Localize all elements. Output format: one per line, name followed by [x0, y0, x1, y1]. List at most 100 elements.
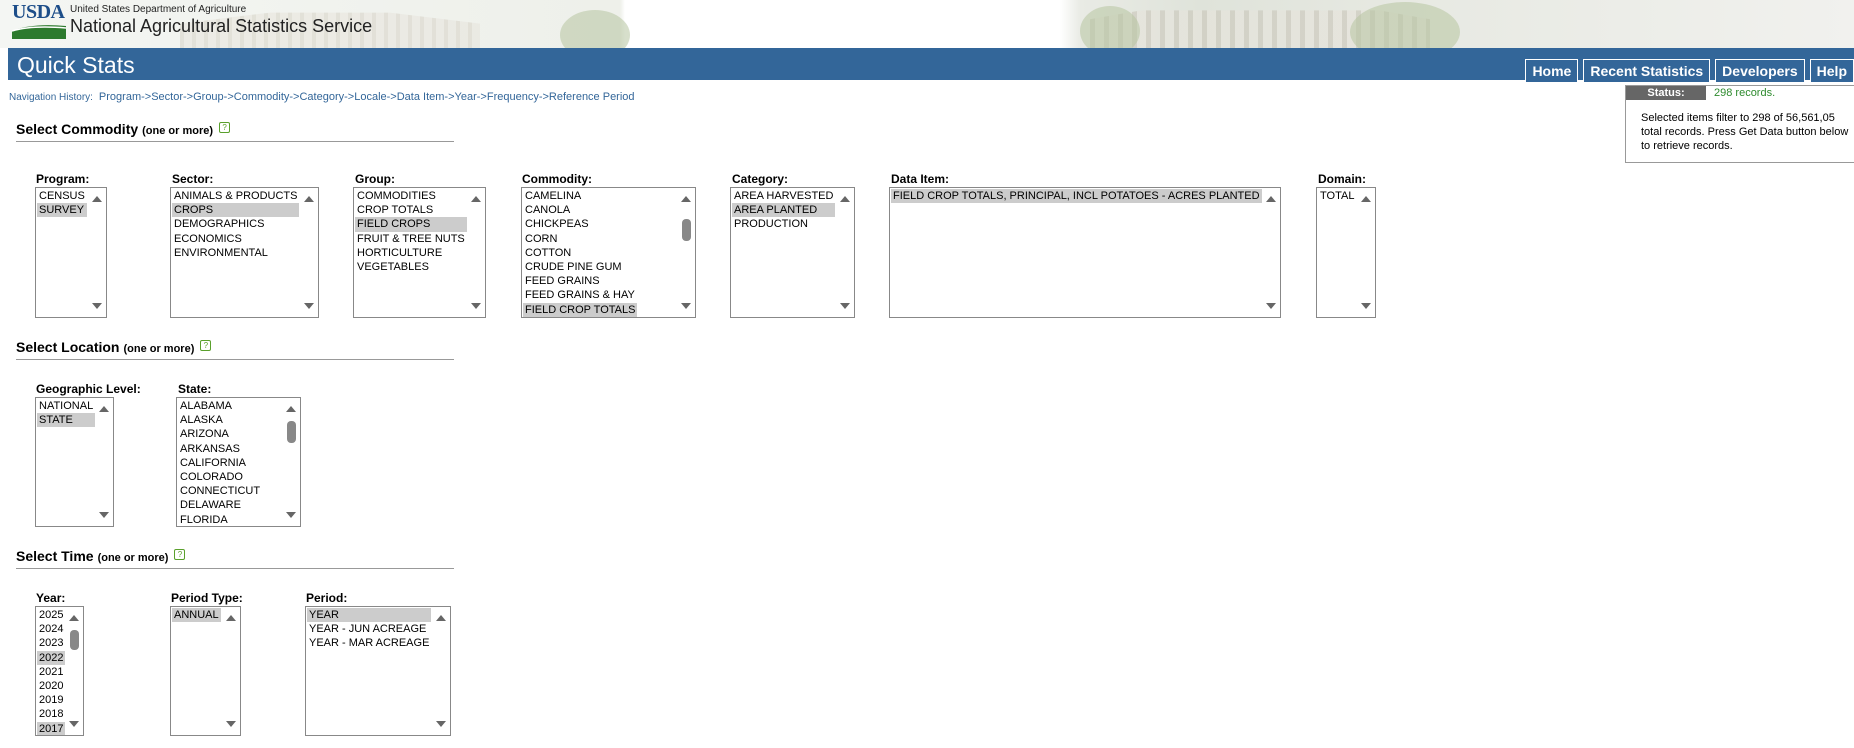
scroll-thumb[interactable]	[287, 421, 296, 443]
listbox-option[interactable]: PRODUCTION	[732, 217, 835, 231]
scroll-up-icon[interactable]	[304, 196, 314, 202]
listbox-option[interactable]: AREA HARVESTED	[732, 189, 835, 203]
scroll-down-icon[interactable]	[226, 721, 236, 727]
vertical-scrollbar[interactable]	[1263, 189, 1279, 316]
scroll-up-icon[interactable]	[840, 196, 850, 202]
listbox-option[interactable]: COMMODITIES	[355, 189, 467, 203]
scroll-down-icon[interactable]	[69, 721, 79, 727]
listbox-option[interactable]: ALASKA	[178, 413, 262, 427]
scroll-thumb[interactable]	[70, 630, 79, 650]
scroll-down-icon[interactable]	[286, 512, 296, 518]
period-listbox[interactable]: YEAR YEAR - JUN ACREAGE YEAR - MAR ACREAGE	[305, 606, 451, 736]
scroll-down-icon[interactable]	[681, 303, 691, 309]
nav-step-data-item[interactable]: Data Item	[397, 91, 445, 103]
scroll-up-icon[interactable]	[92, 196, 102, 202]
listbox-option[interactable]: TOTAL	[1318, 189, 1356, 203]
state-listbox[interactable]: ALABAMA ALASKA ARIZONA ARKANSAS CALIFORNIA CO…	[176, 397, 301, 527]
scroll-up-icon[interactable]	[226, 615, 236, 621]
nav-step-sector[interactable]: Sector	[151, 91, 183, 103]
scroll-up-icon[interactable]	[436, 615, 446, 621]
listbox-option[interactable]: 2024	[37, 622, 65, 636]
listbox-option[interactable]: FEED GRAINS	[523, 274, 637, 288]
period-type-listbox[interactable]: ANNUAL	[170, 606, 241, 736]
scroll-down-icon[interactable]	[1361, 303, 1371, 309]
scroll-up-icon[interactable]	[1266, 196, 1276, 202]
listbox-option[interactable]: 2025	[37, 608, 65, 622]
nav-step-year[interactable]: Year	[455, 91, 477, 103]
listbox-option[interactable]: ECONOMICS	[172, 232, 299, 246]
nav-step-locale[interactable]: Locale	[354, 91, 386, 103]
help-icon[interactable]: ?	[219, 122, 231, 133]
scroll-thumb[interactable]	[682, 219, 691, 241]
vertical-scrollbar[interactable]	[66, 608, 82, 734]
group-listbox[interactable]: COMMODITIES CROP TOTALS FIELD CROPS FRUIT &…	[353, 187, 486, 318]
listbox-option[interactable]: CONNECTICUT	[178, 484, 262, 498]
listbox-option[interactable]: CALIFORNIA	[178, 456, 262, 470]
listbox-option[interactable]: AREA PLANTED	[732, 203, 836, 218]
listbox-option[interactable]: NATIONAL	[37, 399, 95, 413]
listbox-option[interactable]: COTTON	[523, 246, 637, 260]
listbox-option[interactable]: FLORIDA	[178, 513, 262, 527]
listbox-option[interactable]: CROPS	[172, 203, 300, 218]
scroll-down-icon[interactable]	[1266, 303, 1276, 309]
scroll-up-icon[interactable]	[471, 196, 481, 202]
vertical-scrollbar[interactable]	[89, 189, 105, 316]
data-item-listbox[interactable]: FIELD CROP TOTALS, PRINCIPAL, INCL POTAT…	[889, 187, 1281, 318]
help-icon[interactable]: ?	[174, 549, 186, 560]
listbox-option[interactable]: ALABAMA	[178, 399, 262, 413]
listbox-option[interactable]: FIELD CROP TOTALS, PRINCIPAL, INCL POTAT…	[891, 189, 1262, 204]
listbox-option[interactable]: HORTICULTURE	[355, 246, 467, 260]
listbox-option[interactable]: YEAR - JUN ACREAGE	[307, 622, 431, 636]
scroll-down-icon[interactable]	[436, 721, 446, 727]
scroll-down-icon[interactable]	[99, 512, 109, 518]
listbox-option[interactable]: CORN	[523, 232, 637, 246]
listbox-option[interactable]: FRUIT & TREE NUTS	[355, 232, 467, 246]
geographic-level-listbox[interactable]: NATIONAL STATE	[35, 397, 114, 527]
category-listbox[interactable]: AREA HARVESTED AREA PLANTED PRODUCTION	[730, 187, 855, 318]
listbox-option[interactable]: STATE	[37, 413, 96, 428]
listbox-option[interactable]: 2018	[37, 707, 65, 721]
listbox-option[interactable]: DEMOGRAPHICS	[172, 217, 299, 231]
developers-button[interactable]: Developers	[1715, 59, 1805, 83]
program-listbox[interactable]: CENSUS SURVEY	[35, 187, 107, 318]
nav-step-reference-period[interactable]: Reference Period	[549, 91, 635, 103]
usda-logo[interactable]: USDA	[6, 1, 66, 41]
listbox-option[interactable]: ANIMALS & PRODUCTS	[172, 189, 299, 203]
listbox-option[interactable]: ENVIRONMENTAL	[172, 246, 299, 260]
nav-step-group[interactable]: Group	[193, 91, 224, 103]
listbox-option[interactable]: DELAWARE	[178, 498, 262, 512]
vertical-scrollbar[interactable]	[96, 399, 112, 525]
domain-listbox[interactable]: TOTAL	[1316, 187, 1376, 318]
nav-step-commodity[interactable]: Commodity	[234, 91, 290, 103]
listbox-option[interactable]: 2022	[37, 650, 66, 665]
listbox-option[interactable]: YEAR	[307, 608, 432, 623]
scroll-up-icon[interactable]	[1361, 196, 1371, 202]
scroll-down-icon[interactable]	[304, 303, 314, 309]
vertical-scrollbar[interactable]	[837, 189, 853, 316]
listbox-option[interactable]: 2020	[37, 679, 65, 693]
listbox-option[interactable]: FIELD CROP TOTALS	[523, 302, 638, 317]
scroll-up-icon[interactable]	[69, 615, 79, 621]
listbox-option[interactable]: 2021	[37, 665, 65, 679]
vertical-scrollbar[interactable]	[433, 608, 449, 734]
vertical-scrollbar[interactable]	[283, 399, 299, 525]
listbox-option[interactable]: FIELD CROPS	[355, 217, 467, 232]
listbox-option[interactable]: CHICKPEAS	[523, 217, 637, 231]
scroll-down-icon[interactable]	[840, 303, 850, 309]
help-icon[interactable]: ?	[200, 340, 212, 351]
nav-step-frequency[interactable]: Frequency	[487, 91, 539, 103]
listbox-option[interactable]: YEAR - MAR ACREAGE	[307, 636, 431, 650]
listbox-option[interactable]: ANNUAL	[172, 608, 221, 623]
listbox-option[interactable]: 2023	[37, 636, 65, 650]
listbox-option[interactable]: FEED GRAINS & HAY	[523, 288, 637, 302]
listbox-option[interactable]: CRUDE PINE GUM	[523, 260, 637, 274]
year-listbox[interactable]: 2025 2024 2023 2022 2021 2020 2019 2018 2017	[35, 606, 84, 736]
listbox-option[interactable]: ARIZONA	[178, 427, 262, 441]
sector-listbox[interactable]: ANIMALS & PRODUCTS CROPS DEMOGRAPHICS ECONO…	[170, 187, 319, 318]
listbox-option[interactable]: CENSUS	[37, 189, 87, 203]
listbox-option[interactable]: SURVEY	[37, 203, 87, 218]
vertical-scrollbar[interactable]	[301, 189, 317, 316]
nav-step-program[interactable]: Program	[99, 91, 141, 103]
listbox-option[interactable]: 2019	[37, 693, 65, 707]
vertical-scrollbar[interactable]	[678, 189, 694, 316]
